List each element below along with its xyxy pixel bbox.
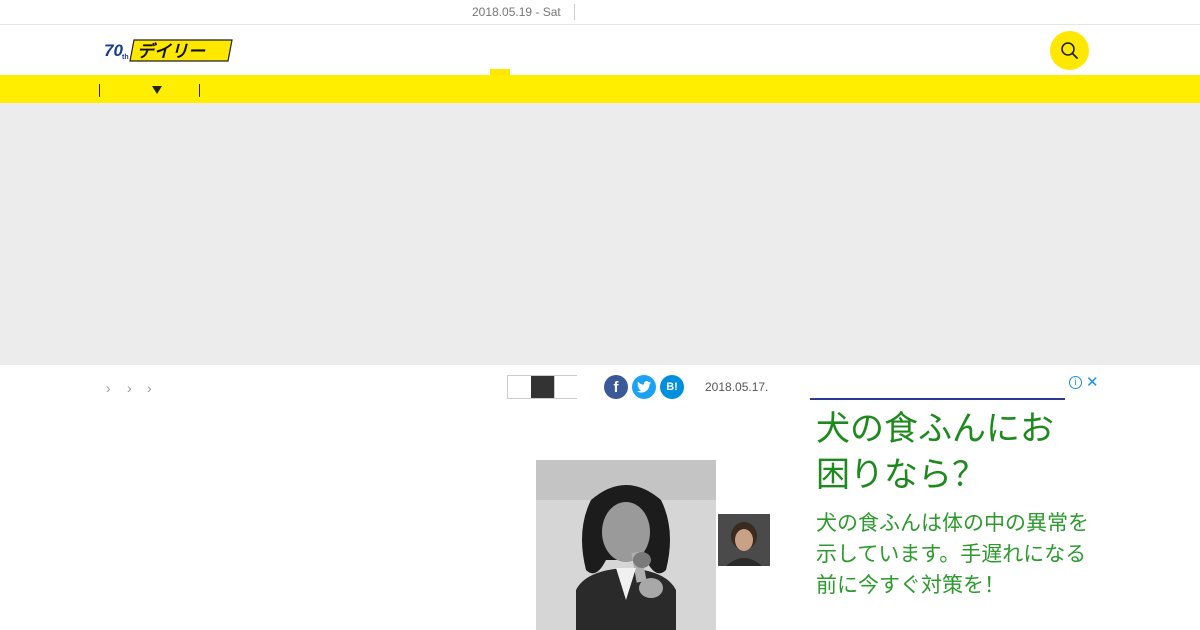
logo-text: デイリー — [137, 42, 206, 62]
logo-mark: 70 — [104, 41, 123, 60]
top-bar-divider — [574, 4, 575, 20]
facebook-icon: f — [613, 379, 619, 396]
site-header: 70 th デイリー — [0, 25, 1200, 75]
font-size-switcher — [507, 375, 577, 399]
svg-text:th: th — [122, 54, 129, 61]
article-date: 2018.05.17. — [705, 380, 769, 394]
nav-divider — [199, 84, 200, 97]
search-icon — [1061, 42, 1078, 59]
side-ad: i ✕ 犬の食ふんにお困りなら？ 犬の食ふんは体の中の異常を示しています。手遅れ… — [810, 374, 1100, 630]
ad-headline[interactable]: 犬の食ふんにお困りなら？ — [816, 406, 1086, 498]
ad-info-icon[interactable]: i — [1069, 376, 1082, 389]
ad-divider — [810, 398, 1065, 400]
ad-body[interactable]: 犬の食ふんは体の中の異常を示しています。手遅れになる前に今すぐ対策を！ — [816, 508, 1091, 601]
twitter-icon — [637, 381, 651, 393]
breadcrumb-separator: › — [147, 380, 152, 396]
article-photo[interactable] — [536, 460, 716, 630]
twitter-share-button[interactable] — [632, 375, 656, 399]
current-date: 2018.05.19 - Sat — [472, 5, 561, 19]
category-nav — [0, 75, 1200, 103]
top-bar: 2018.05.19 - Sat — [0, 0, 1200, 25]
breadcrumb-separator: › — [127, 380, 132, 396]
font-size-medium-button[interactable] — [531, 376, 554, 398]
caret-down-icon[interactable] — [152, 86, 162, 94]
site-logo[interactable]: 70 th デイリー — [104, 37, 234, 63]
ad-close-icon[interactable]: ✕ — [1086, 373, 1099, 391]
nav-divider — [99, 84, 100, 97]
thumbnail-photo[interactable] — [718, 514, 770, 566]
hatena-bookmark-icon: B! — [666, 381, 678, 393]
font-size-small-button[interactable] — [508, 376, 531, 398]
breadcrumb-separator: › — [106, 380, 111, 396]
facebook-share-button[interactable]: f — [604, 375, 628, 399]
search-button[interactable] — [1050, 31, 1089, 70]
ad-banner-placeholder — [0, 103, 1200, 365]
hatena-bookmark-button[interactable]: B! — [660, 375, 684, 399]
font-size-large-button[interactable] — [554, 376, 577, 398]
